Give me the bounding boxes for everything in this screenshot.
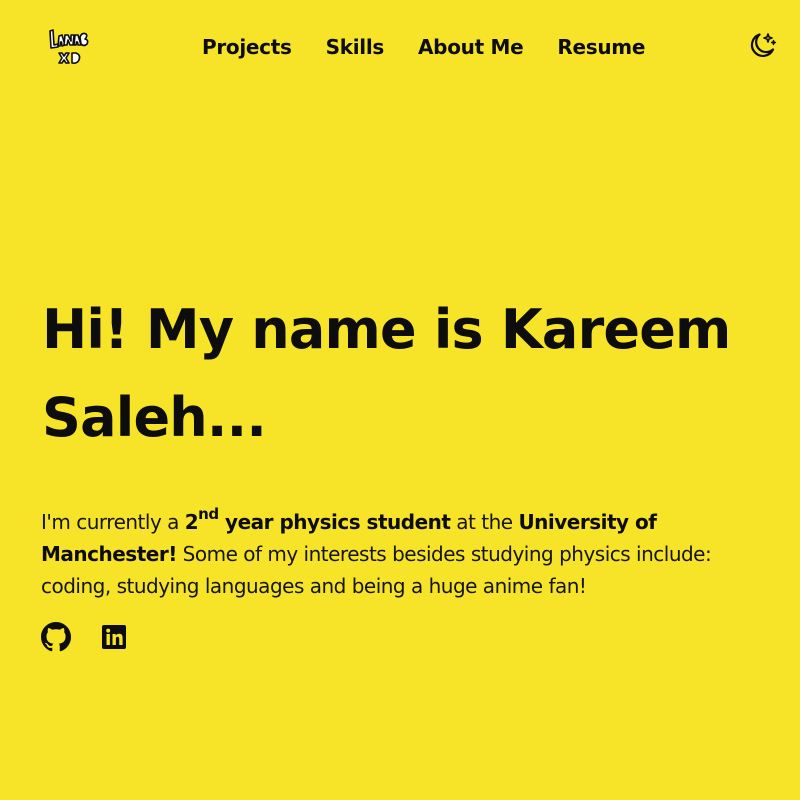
bio-paragraph: I'm currently a 2nd year physics student… bbox=[41, 506, 781, 602]
nav-link-resume[interactable]: Resume bbox=[557, 34, 645, 60]
bio-year: 2nd year physics student bbox=[184, 507, 451, 534]
bio-role: year physics student bbox=[218, 510, 451, 534]
hero-heading: Hi! My name is Kareem Saleh... bbox=[42, 286, 772, 462]
moon-stars-icon bbox=[750, 33, 777, 57]
logo-link[interactable] bbox=[46, 27, 92, 67]
bio-intro: I'm currently a bbox=[41, 510, 185, 534]
github-link[interactable] bbox=[41, 622, 71, 652]
social-links bbox=[41, 622, 129, 652]
bio-year-suffix: nd bbox=[198, 505, 219, 524]
hero-heading-line-1: Hi! My name is Kareem bbox=[42, 298, 731, 361]
linkedin-link[interactable] bbox=[99, 622, 129, 652]
kareem-signature-logo-icon bbox=[49, 29, 89, 64]
nav-link-about-me[interactable]: About Me bbox=[418, 34, 524, 60]
nav-link-skills[interactable]: Skills bbox=[326, 34, 385, 60]
site-header: Projects Skills About Me Resume bbox=[0, 0, 800, 96]
bio-mid: at the bbox=[450, 510, 519, 534]
theme-toggle-button[interactable] bbox=[746, 29, 778, 61]
page: Projects Skills About Me Resume Hi! My n… bbox=[0, 0, 800, 800]
bio-year-number: 2 bbox=[184, 510, 199, 534]
github-icon bbox=[41, 622, 71, 652]
main-nav: Projects Skills About Me Resume bbox=[202, 34, 645, 60]
nav-link-projects[interactable]: Projects bbox=[202, 34, 292, 60]
hero-section: Hi! My name is Kareem Saleh... bbox=[42, 286, 772, 462]
linkedin-icon bbox=[102, 625, 126, 649]
hero-heading-line-2: Saleh... bbox=[42, 386, 267, 449]
